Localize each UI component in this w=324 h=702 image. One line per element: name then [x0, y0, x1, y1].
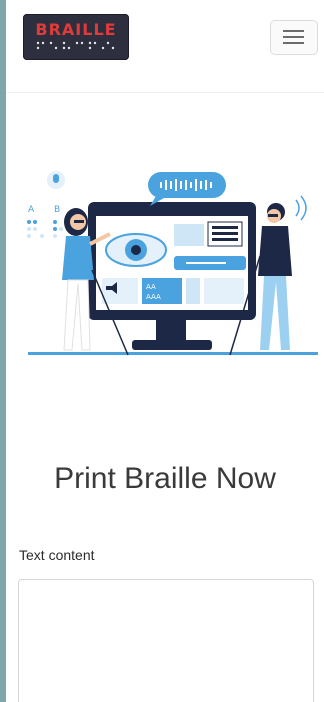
screen-line [212, 226, 238, 229]
screen-block [102, 278, 138, 304]
page-title: Print Braille Now [54, 462, 276, 495]
eye-pupil [131, 245, 141, 255]
floor-line [28, 352, 318, 355]
woman-legs [63, 279, 91, 351]
menu-toggle-button[interactable] [270, 20, 318, 55]
microphone-icon [53, 174, 59, 183]
screen-block [186, 278, 200, 304]
screen-line [212, 238, 238, 241]
man-legs [260, 276, 290, 350]
hamburger-menu-icon-bar [283, 36, 304, 38]
braille-letter-glyph: A [28, 205, 35, 215]
screen-input-line [186, 262, 226, 264]
brand-logo[interactable]: BRAILLE [23, 14, 129, 60]
sound-signal-icon [295, 195, 307, 221]
man-glasses [268, 214, 278, 217]
text-size-glyph: AA [146, 283, 156, 291]
woman-torso [62, 236, 94, 280]
screen-block [204, 278, 244, 304]
woman-glasses [74, 220, 84, 223]
screen-line [212, 232, 238, 235]
braille-dots-icon [27, 220, 63, 238]
screen-topbar [96, 210, 248, 216]
logo-text: BRAILLE [35, 20, 117, 39]
monitor-neck [156, 320, 186, 342]
screen-block [174, 224, 204, 246]
braille-dots-icon [36, 41, 115, 50]
hero-illustration: AA AAA A B [27, 171, 318, 356]
text-content-input[interactable] [18, 579, 314, 702]
braille-letter-glyph: B [54, 205, 60, 215]
navbar: BRAILLE [6, 0, 324, 93]
hamburger-menu-icon-bar [283, 42, 304, 44]
man-torso [258, 226, 292, 276]
page: BRAILLE AA AAA A B Print Braille Now Tex… [6, 0, 324, 702]
text-content-label: Text content [19, 547, 95, 563]
monitor-base [132, 340, 212, 350]
text-size-glyph: AAA [146, 293, 161, 301]
hamburger-menu-icon [283, 30, 304, 32]
